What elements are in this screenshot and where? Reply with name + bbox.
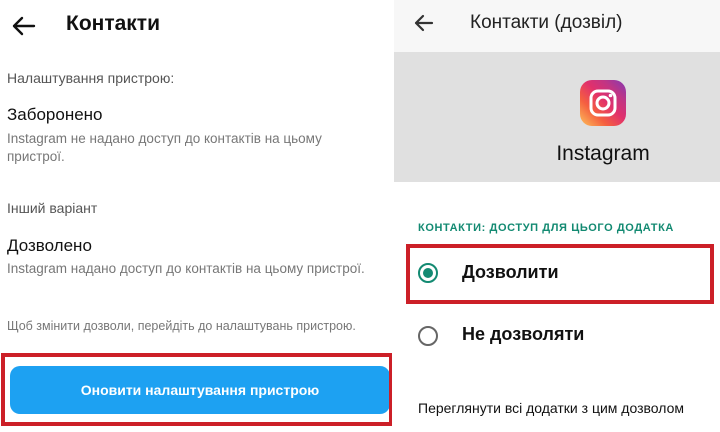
current-status-description: Instagram не надано доступ до контактів … bbox=[7, 131, 322, 164]
current-status-title: Заборонено bbox=[7, 105, 103, 124]
see-all-apps-link[interactable]: Переглянути всі додатки з цим дозволом bbox=[418, 400, 684, 416]
radio-label-deny: Не дозволяти bbox=[462, 324, 585, 344]
android-permission-screen: Контакти (дозвіл) Instagram КОНТАКТИ: ДО… bbox=[394, 0, 720, 432]
radio-option-allow[interactable]: Дозволити bbox=[406, 244, 712, 302]
back-arrow-icon[interactable] bbox=[410, 9, 438, 37]
screenshot-composite: Контакти Налаштування пристрою: Забороне… bbox=[0, 0, 720, 432]
permission-options: КОНТАКТИ: ДОСТУП ДЛЯ ЦЬОГО ДОДАТКА Дозво… bbox=[394, 182, 720, 432]
app-bar: Контакти bbox=[0, 0, 394, 56]
other-option-description: Instagram надано доступ до контактів на … bbox=[7, 261, 365, 276]
app-info-panel: Instagram bbox=[394, 52, 720, 182]
radio-selected-icon[interactable] bbox=[418, 263, 438, 283]
back-arrow-icon[interactable] bbox=[8, 10, 40, 42]
radio-option-deny[interactable]: Не дозволяти bbox=[406, 312, 712, 360]
radio-unselected-icon[interactable] bbox=[418, 326, 438, 346]
settings-hint: Щоб змінити дозволи, перейдіть до налашт… bbox=[7, 319, 356, 333]
radio-label-allow: Дозволити bbox=[462, 262, 559, 282]
app-name: Instagram bbox=[556, 142, 650, 165]
other-option-title: Дозволено bbox=[7, 236, 92, 255]
instagram-logo-icon bbox=[580, 80, 626, 126]
other-option-label: Інший варіант bbox=[7, 200, 98, 216]
page-title: Контакти bbox=[66, 12, 160, 35]
instagram-contacts-screen: Контакти Налаштування пристрою: Забороне… bbox=[0, 0, 394, 432]
permission-heading: КОНТАКТИ: ДОСТУП ДЛЯ ЦЬОГО ДОДАТКА bbox=[418, 222, 674, 234]
device-settings-label: Налаштування пристрою: bbox=[7, 70, 175, 86]
update-device-settings-button[interactable]: Оновити налаштування пристрою bbox=[10, 366, 390, 414]
app-bar: Контакти (дозвіл) bbox=[394, 0, 720, 50]
page-title: Контакти (дозвіл) bbox=[470, 12, 623, 33]
